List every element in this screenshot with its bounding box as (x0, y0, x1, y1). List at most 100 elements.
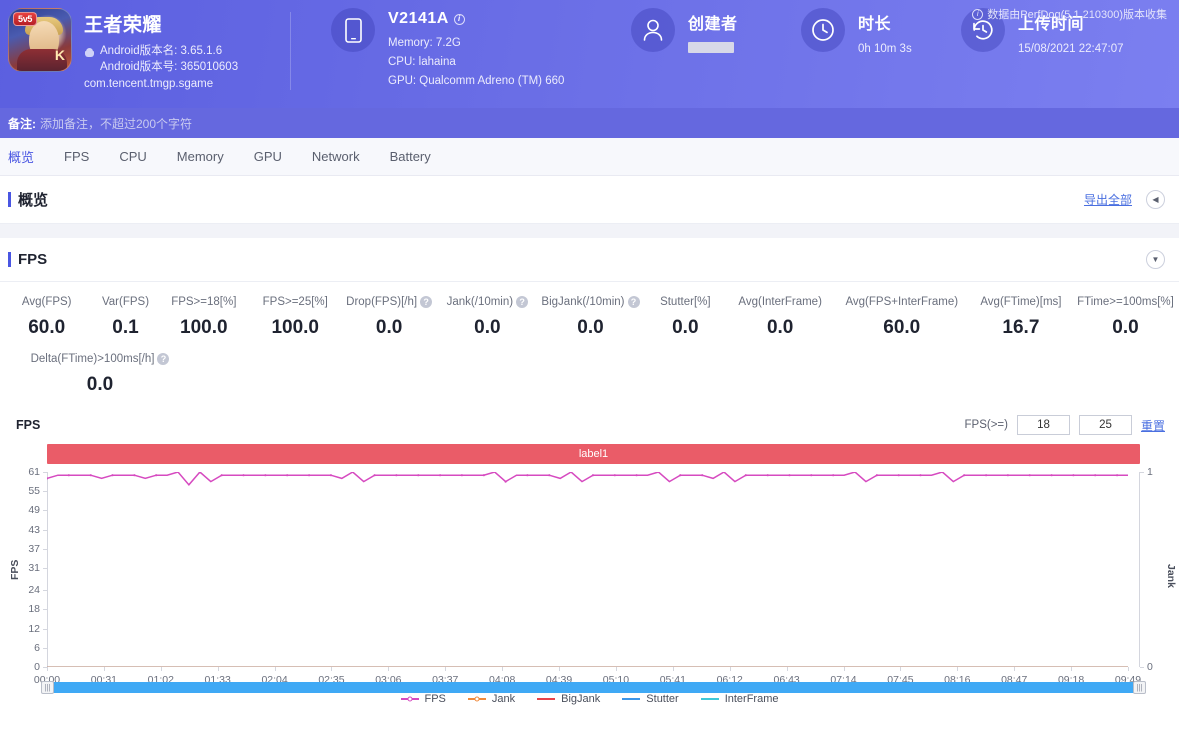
x-tick-mark (729, 667, 731, 671)
tab-CPU[interactable]: CPU (119, 149, 146, 164)
legend-label: Stutter (646, 693, 679, 705)
metric-value: 16.7 (1002, 317, 1040, 338)
y-tick-label: 55 (28, 485, 40, 498)
chart-axis-title: FPS (16, 418, 41, 432)
series-fps-point (373, 474, 376, 477)
chart-legend: FPS Jank BigJank Stutter InterFrame (0, 693, 1179, 705)
series-fps-point (220, 474, 223, 477)
chevron-left-icon[interactable]: ◀ (1146, 190, 1165, 209)
duration-block: 时长 0h 10m 3s (801, 8, 961, 58)
series-fps-point (482, 474, 485, 477)
y-tick-label: 6 (34, 641, 40, 654)
metric-label: Avg(FPS+InterFrame) (845, 296, 959, 308)
series-fps-point (111, 474, 114, 477)
metric-value: 0.0 (86, 374, 114, 395)
tab-Battery[interactable]: Battery (390, 149, 431, 164)
user-icon (631, 8, 675, 52)
app-header: i 数据由PerfDog(5.1.210300)版本收集 5v5 K 王者荣耀 … (0, 0, 1179, 108)
metric-label: FTime>=100ms[%] (1077, 296, 1174, 308)
fps-threshold-1-input[interactable] (1016, 415, 1070, 435)
metric-FPS>=18[%]: FPS>=18[%] 100.0 (158, 296, 250, 339)
metric-label: FPS>=18[%] (171, 296, 237, 308)
metric-value: 0.0 (766, 317, 794, 338)
legend-item-BigJank[interactable]: BigJank (537, 693, 600, 705)
help-icon[interactable]: ? (157, 353, 170, 365)
series-fps-point (308, 474, 311, 477)
chart-series-svg (47, 472, 1128, 667)
app-name: 王者荣耀 (84, 15, 163, 36)
page-title: 概览 (18, 192, 49, 209)
device-info-icon[interactable]: i (453, 13, 465, 25)
reset-link[interactable]: 重置 (1141, 417, 1165, 434)
help-icon[interactable]: ? (420, 296, 433, 308)
y-tick-label: 18 (28, 603, 40, 616)
metric-Stutter[%]: Stutter[%] 0.0 (644, 296, 727, 339)
series-fps-point (67, 474, 70, 477)
y-tick-label: 43 (28, 523, 40, 536)
help-icon[interactable]: ? (627, 296, 640, 308)
tab-FPS[interactable]: FPS (64, 149, 89, 164)
series-fps-point (963, 474, 966, 477)
x-tick-mark (47, 667, 48, 671)
export-all-link[interactable]: 导出全部 (1084, 191, 1132, 208)
metric-label: Stutter[%] (660, 296, 711, 308)
series-fps-point (1116, 474, 1119, 477)
series-fps-point (1072, 474, 1075, 477)
metric-label: Var(FPS) (101, 296, 150, 308)
y-tick-label: 31 (28, 561, 40, 574)
series-fps-point (1094, 474, 1097, 477)
series-fps-point (591, 474, 595, 477)
y-axis-label-left: FPS (9, 559, 21, 580)
legend-item-InterFrame[interactable]: InterFrame (700, 693, 779, 705)
series-fps-point (504, 480, 507, 483)
tab-GPU[interactable]: GPU (254, 149, 282, 164)
metric-BigJank(/10min): BigJank(/10min)? 0.0 (537, 296, 644, 339)
remark-input[interactable]: 添加备注，不超过200个字符 (40, 115, 192, 132)
x-tick-mark (445, 667, 447, 671)
series-fps-point (460, 474, 463, 477)
series-fps-point (395, 474, 398, 477)
y-tick-mark-right (1140, 667, 1144, 668)
tab-概览[interactable]: 概览 (8, 147, 34, 166)
legend-marker (474, 696, 480, 702)
metric-label: Drop(FPS)[/h]? (340, 296, 437, 308)
chart-range-slider[interactable]: ||| ||| (41, 681, 1146, 694)
series-fps-point (1050, 474, 1053, 477)
fps-panel-title: FPS (18, 251, 48, 268)
legend-swatch (622, 698, 641, 700)
remark-bar[interactable]: 备注: 添加备注，不超过200个字符 (0, 108, 1179, 138)
fps-metrics: Avg(FPS) 60.0 Var(FPS) 0.1 FPS>=18[%] 100.0 FP… (0, 282, 1179, 400)
y-tick-label: 24 (28, 584, 40, 597)
help-icon[interactable]: ? (516, 296, 529, 308)
series-fps-point (635, 474, 638, 477)
chevron-down-icon[interactable]: ▼ (1146, 250, 1165, 269)
x-tick-mark (160, 667, 162, 671)
metrics-row-2: Delta(FTime)>100ms[/h]? 0.0 (0, 353, 1179, 396)
fps-panel-header: FPS ▼ (0, 238, 1179, 282)
legend-swatch (700, 698, 719, 700)
y-tick-label: 12 (28, 622, 40, 635)
series-fps-point (1006, 474, 1010, 477)
legend-item-Stutter[interactable]: Stutter (622, 693, 679, 705)
fps-threshold-2-input[interactable] (1078, 415, 1132, 435)
metric-Avg(InterFrame): Avg(InterFrame) 0.0 (727, 296, 834, 339)
legend-swatch (537, 698, 556, 700)
tab-Memory[interactable]: Memory (177, 149, 224, 164)
y-axis-label-right: Jank (1165, 564, 1177, 588)
legend-item-Jank[interactable]: Jank (467, 693, 515, 705)
header-divider (290, 12, 291, 90)
x-tick-mark (559, 667, 561, 671)
series-fps-point (133, 474, 136, 477)
device-memory: Memory: 7.2G (388, 37, 461, 49)
fps-chart: FPS FPS(>=) 重置 label1 FPS Jank 615549433… (0, 414, 1179, 709)
metric-label: FPS>=25[%] (262, 296, 328, 308)
series-fps-point (985, 474, 988, 477)
legend-item-FPS[interactable]: FPS (400, 693, 446, 705)
app-info-block: 5v5 K 王者荣耀 Android版本名: 3.65.1.6 Android版… (0, 8, 290, 90)
metric-Avg(FPS): Avg(FPS) 60.0 (0, 296, 93, 339)
app-version-code: Android版本号: 365010603 (100, 61, 239, 73)
series-fps-point (548, 474, 551, 477)
tab-Network[interactable]: Network (312, 149, 360, 164)
x-tick-mark (103, 667, 105, 671)
y-tick-label-right: 1 (1147, 466, 1153, 478)
